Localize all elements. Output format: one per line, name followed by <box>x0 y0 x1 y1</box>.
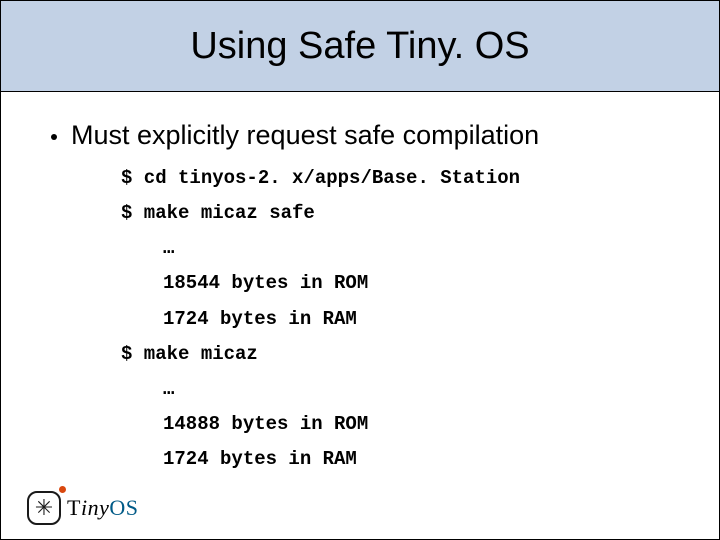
code-line: 18544 bytes in ROM <box>121 266 679 301</box>
bullet-dot-icon <box>51 134 57 140</box>
code-line: 14888 bytes in ROM <box>121 407 679 442</box>
slide-title: Using Safe Tiny. OS <box>190 25 529 68</box>
code-block: $ cd tinyos-2. x/apps/Base. Station $ ma… <box>121 161 679 477</box>
code-line: $ make micaz <box>121 337 679 372</box>
slide: Using Safe Tiny. OS Must explicitly requ… <box>0 0 720 540</box>
code-line: $ cd tinyos-2. x/apps/Base. Station <box>121 161 679 196</box>
code-line: 1724 bytes in RAM <box>121 442 679 477</box>
title-band: Using Safe Tiny. OS <box>1 1 719 92</box>
logo-text: TinyOS <box>67 495 138 521</box>
logo-mark-icon: ✳ <box>27 491 61 525</box>
code-line: … <box>121 231 679 266</box>
bullet-text: Must explicitly request safe compilation <box>71 120 539 151</box>
code-line: $ make micaz safe <box>121 196 679 231</box>
code-line: 1724 bytes in RAM <box>121 302 679 337</box>
logo-letter: iny <box>81 495 109 520</box>
code-line: … <box>121 372 679 407</box>
bullet-item: Must explicitly request safe compilation <box>51 120 679 151</box>
logo-letter: OS <box>109 495 138 520</box>
logo-letter: T <box>67 495 81 520</box>
slide-body: Must explicitly request safe compilation… <box>1 92 719 477</box>
tinyos-logo: ✳ TinyOS <box>27 491 138 525</box>
